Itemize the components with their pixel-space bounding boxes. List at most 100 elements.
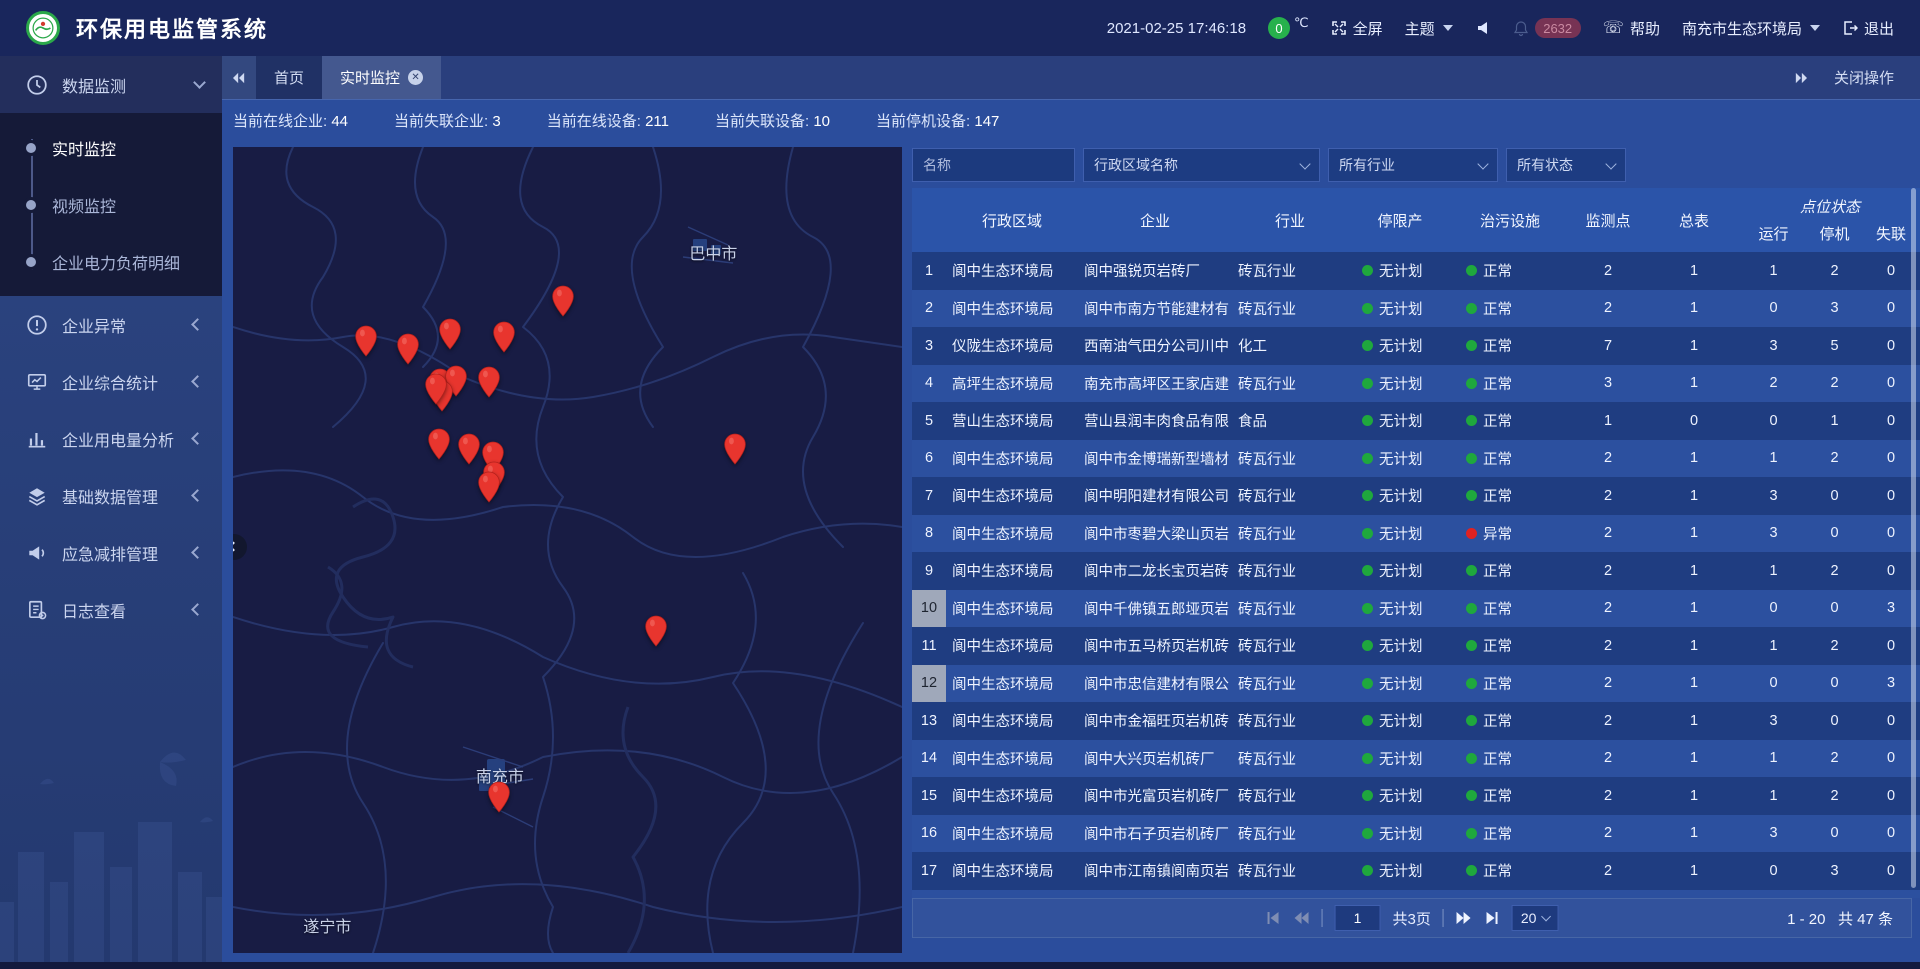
status-dot	[1466, 378, 1477, 389]
cell-facility: 正常	[1452, 823, 1568, 844]
point-status-label: 点位状态	[1740, 196, 1920, 217]
cell-bureau: 阆中生态环境局	[946, 485, 1078, 506]
map-pin[interactable]	[487, 781, 511, 813]
map-pin[interactable]	[424, 373, 448, 405]
map-pin[interactable]	[477, 366, 501, 398]
last-page-button[interactable]	[1484, 911, 1500, 925]
sidebar-subitem[interactable]: 视频监控	[0, 176, 222, 233]
map-pin[interactable]	[644, 615, 668, 647]
map-pin[interactable]	[396, 333, 420, 365]
status-dot	[1362, 453, 1373, 464]
table-row[interactable]: 4 高坪生态环境局 南充市高坪区王家店建 砖瓦行业 无计划 正常 3 1 2 2…	[912, 365, 1920, 403]
table-row[interactable]: 9 阆中生态环境局 阆中市二龙长宝页岩砖 砖瓦行业 无计划 正常 2 1 1 2…	[912, 552, 1920, 590]
tabs-scroll-left-button[interactable]	[222, 56, 256, 99]
close-operations-button[interactable]: 关闭操作	[1834, 67, 1894, 88]
status-dot	[1362, 565, 1373, 576]
name-filter-input[interactable]	[912, 148, 1075, 182]
table-row[interactable]: 6 阆中生态环境局 阆中市金博瑞新型墙材 砖瓦行业 无计划 正常 2 1 1 2…	[912, 440, 1920, 478]
stat-value: 44	[331, 113, 348, 130]
prev-page-button[interactable]	[1294, 911, 1310, 925]
sidebar-item[interactable]: 企业综合统计	[0, 353, 222, 410]
map-pin[interactable]	[477, 471, 501, 503]
map-pin[interactable]	[354, 325, 378, 357]
fullscreen-button[interactable]: 全屏	[1331, 18, 1383, 39]
sidebar-item[interactable]: 数据监测	[0, 56, 222, 113]
chevron-down-icon	[1299, 158, 1310, 169]
region-filter-select[interactable]: 行政区域名称	[1083, 148, 1320, 182]
sidebar: 数据监测 实时监控 视频监控 企业电力负荷明细 企业异常 企业综合统计	[0, 56, 222, 962]
table-row[interactable]: 8 阆中生态环境局 阆中市枣碧大梁山页岩 砖瓦行业 无计划 异常 2 1 3 0…	[912, 515, 1920, 553]
tab[interactable]: 实时监控 ✕	[322, 56, 441, 99]
table-scrollbar[interactable]	[1911, 188, 1916, 888]
map-pin[interactable]	[723, 433, 747, 465]
table-row[interactable]: 15 阆中生态环境局 阆中市光富页岩机砖厂 砖瓦行业 无计划 正常 2 1 1 …	[912, 777, 1920, 815]
table-row[interactable]: 7 阆中生态环境局 阆中明阳建材有限公司 砖瓦行业 无计划 正常 2 1 3 0…	[912, 477, 1920, 515]
help-button[interactable]: ☏ 帮助	[1603, 18, 1660, 39]
cell-run: 2	[1740, 375, 1807, 391]
sidebar-item[interactable]: 应急减排管理	[0, 524, 222, 581]
sidebar-item-label: 日志查看	[62, 598, 193, 622]
tab[interactable]: 首页	[256, 56, 322, 99]
table-row[interactable]: 16 阆中生态环境局 阆中市石子页岩机砖厂 砖瓦行业 无计划 正常 2 1 3 …	[912, 815, 1920, 853]
logout-button[interactable]: 退出	[1842, 18, 1894, 39]
map-pin[interactable]	[438, 318, 462, 350]
cell-monitor: 2	[1568, 300, 1648, 316]
table-row[interactable]: 3 仪陇生态环境局 西南油气田分公司川中 化工 无计划 正常 7 1 3 5 0	[912, 327, 1920, 365]
top-header: 环保用电监管系统 2021-02-25 17:46:18 0 ℃ 全屏 主题	[0, 0, 1920, 56]
sidebar-item[interactable]: 企业用电量分析	[0, 410, 222, 467]
tab-close-icon[interactable]: ✕	[408, 70, 423, 85]
state-filter-select[interactable]: 所有状态	[1506, 148, 1626, 182]
status-stat: 当前停机设备: 147	[876, 110, 999, 131]
datetime: 2021-02-25 17:46:18	[1107, 20, 1246, 37]
status-stat: 当前失联企业: 3	[394, 110, 501, 131]
industry-filter-select[interactable]: 所有行业	[1328, 148, 1498, 182]
cell-meter: 1	[1648, 750, 1740, 766]
cell-run: 3	[1740, 338, 1807, 354]
map-pin[interactable]	[427, 428, 451, 460]
cell-industry: 砖瓦行业	[1232, 485, 1348, 506]
cell-monitor: 2	[1568, 263, 1648, 279]
chevron-left-icon	[191, 432, 204, 445]
col-company: 企业	[1078, 210, 1232, 231]
bottom-strip	[0, 962, 1920, 969]
table-row[interactable]: 11 阆中生态环境局 阆中市五马桥页岩机砖 砖瓦行业 无计划 正常 2 1 1 …	[912, 627, 1920, 665]
notifications[interactable]: 2632	[1513, 18, 1581, 38]
table-row[interactable]: 14 阆中生态环境局 阆中大兴页岩机砖厂 砖瓦行业 无计划 正常 2 1 1 2…	[912, 740, 1920, 778]
sidebar-subitem[interactable]: 企业电力负荷明细	[0, 233, 222, 290]
table-row[interactable]: 10 阆中生态环境局 阆中千佛镇五郎垭页岩 砖瓦行业 无计划 正常 2 1 0 …	[912, 590, 1920, 628]
next-page-button[interactable]	[1456, 911, 1472, 925]
col-limit: 停限产	[1348, 210, 1452, 231]
tabs-scroll-right-button[interactable]	[1794, 72, 1808, 84]
stat-value: 10	[813, 113, 830, 130]
map-pin[interactable]	[457, 433, 481, 465]
cell-halt: 5	[1807, 338, 1862, 354]
page-number-input[interactable]	[1335, 905, 1381, 931]
table-row[interactable]: 12 阆中生态环境局 阆中市忠信建材有限公 砖瓦行业 无计划 正常 2 1 0 …	[912, 665, 1920, 703]
cell-run: 1	[1740, 750, 1807, 766]
cell-bureau: 阆中生态环境局	[946, 598, 1078, 619]
cell-run: 1	[1740, 263, 1807, 279]
map-panel[interactable]: 巴中市 南充市 遂宁市	[233, 147, 902, 953]
table-row[interactable]: 5 营山生态环境局 营山县润丰肉食品有限 食品 无计划 正常 1 0 0 1 0	[912, 402, 1920, 440]
theme-button[interactable]: 主题	[1405, 18, 1453, 39]
page-size-select[interactable]: 20	[1512, 905, 1559, 931]
sidebar-subitem[interactable]: 实时监控	[0, 119, 222, 176]
mute-button[interactable]	[1475, 21, 1491, 35]
sidebar-item[interactable]: 基础数据管理	[0, 467, 222, 524]
map-pin[interactable]	[551, 285, 575, 317]
map-pin[interactable]	[492, 321, 516, 353]
sidebar-item[interactable]: 企业异常	[0, 296, 222, 353]
table-row[interactable]: 13 阆中生态环境局 阆中市金福旺页岩机砖 砖瓦行业 无计划 正常 2 1 3 …	[912, 702, 1920, 740]
table-row[interactable]: 18 南部生态环境局 南部县砚化土陶有限公 建材加工 无计划 正常 6 0 0 …	[912, 890, 1920, 899]
org-menu[interactable]: 南充市生态环境局	[1682, 18, 1820, 39]
table-row[interactable]: 17 阆中生态环境局 阆中市江南镇阆南页岩 砖瓦行业 无计划 正常 2 1 0 …	[912, 852, 1920, 890]
first-page-button[interactable]	[1266, 911, 1282, 925]
divider	[1443, 909, 1444, 927]
status-dot	[1362, 753, 1373, 764]
cell-meter: 1	[1648, 863, 1740, 879]
sidebar-item[interactable]: 日志查看	[0, 581, 222, 638]
table-row[interactable]: 1 阆中生态环境局 阆中强锐页岩砖厂 砖瓦行业 无计划 正常 2 1 1 2 0	[912, 252, 1920, 290]
pin-icon	[644, 615, 668, 647]
status-dot	[1466, 678, 1477, 689]
table-row[interactable]: 2 阆中生态环境局 阆中市南方节能建材有 砖瓦行业 无计划 正常 2 1 0 3…	[912, 290, 1920, 328]
